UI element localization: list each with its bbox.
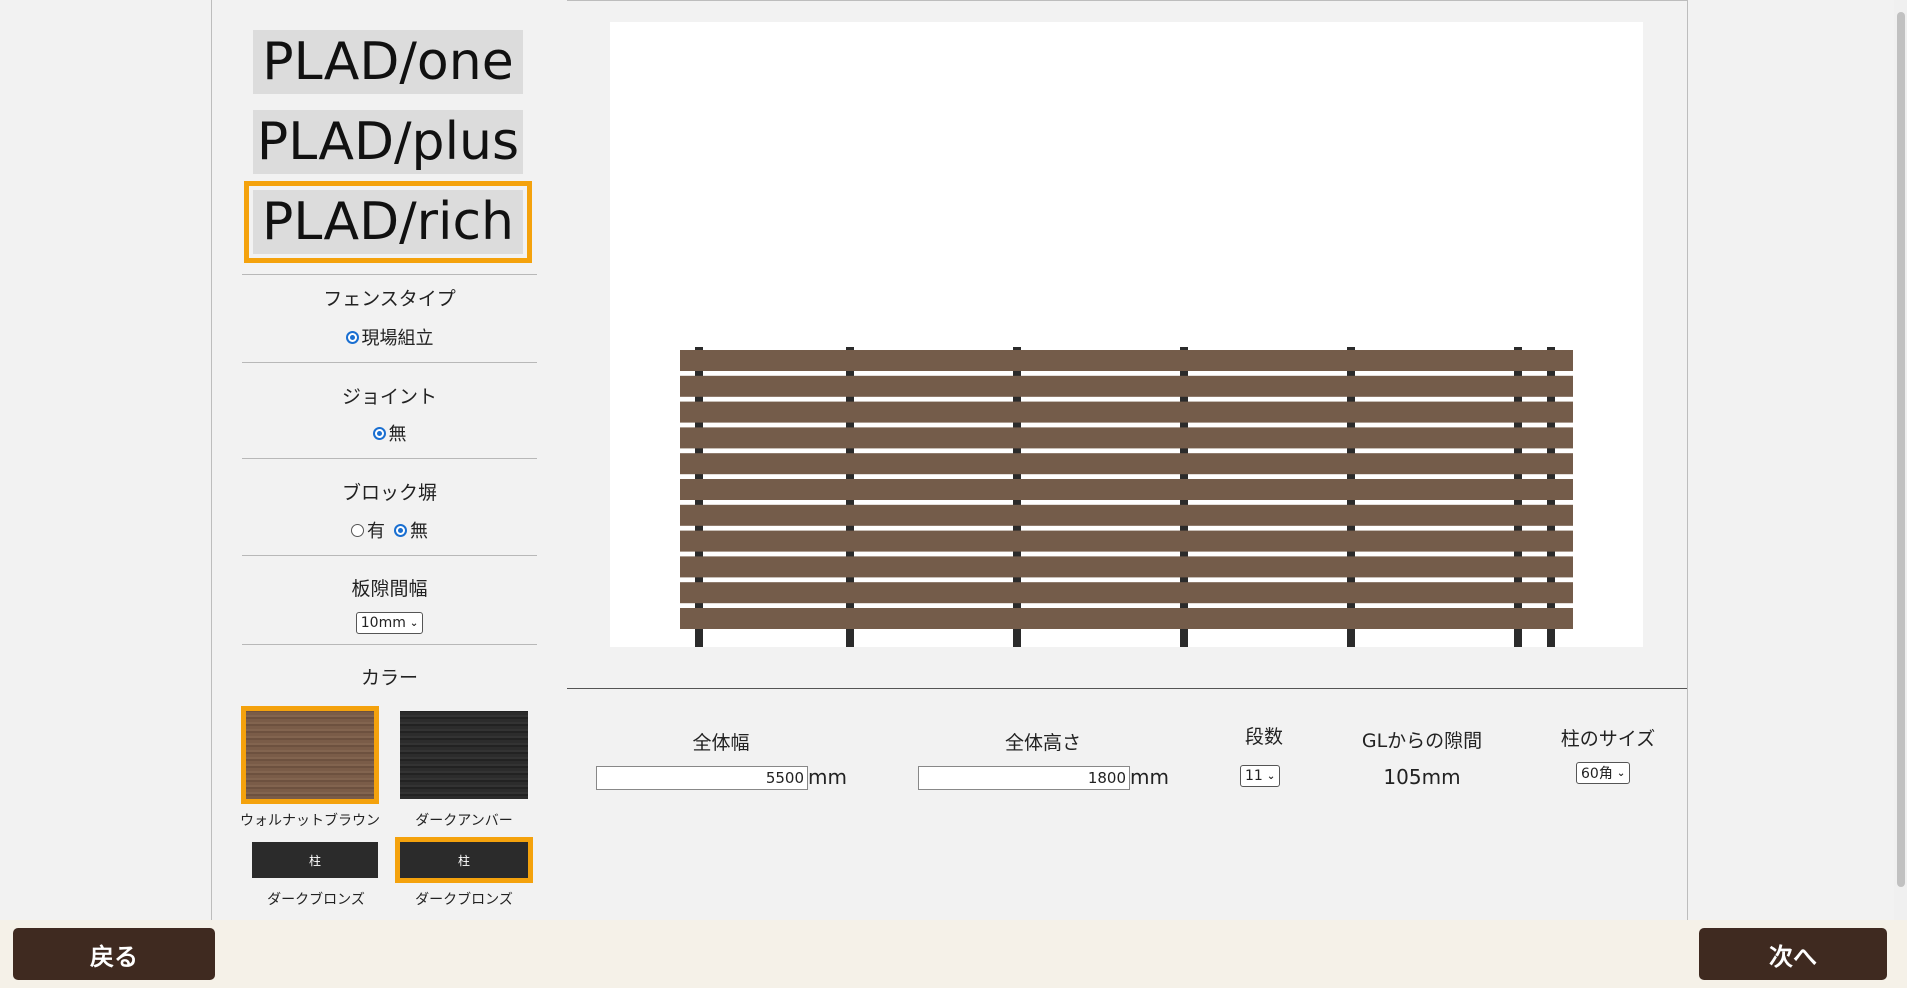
block-wall-title: ブロック塀 [341,482,437,504]
fence-board [680,582,1573,604]
product-plad-rich-button[interactable]: PLAD/rich [244,181,532,263]
config-sidebar: PLAD/one PLAD/plus PLAD/rich フェンスタイプ 現場組… [211,0,568,920]
board-gap-value: 10mm [360,615,406,631]
total-width-label: 全体幅 [692,732,750,754]
block-wall-yes-label: 有 [367,521,385,542]
total-height-label: 全体高さ [1004,732,1081,754]
post-size-select[interactable]: 60角 ⌄ [1576,762,1631,784]
scrollbar[interactable] [1894,0,1907,920]
fence-board [680,375,1573,397]
fence-board [680,453,1573,475]
joint-option-label: 無 [388,424,407,445]
fence-type-option-label: 現場組立 [361,328,434,349]
post-color-swatch-dark-bronze[interactable]: 柱 [252,842,378,878]
post-size-select-wrapper: 60角 ⌄ [1576,762,1631,784]
fence-drawing [680,347,1573,647]
total-width-unit: mm [808,765,847,789]
post-color-swatch-dark-bronze-selected[interactable]: 柱 [395,837,533,883]
post-size-value: 60角 [1581,766,1613,782]
chevron-down-icon: ⌄ [1266,770,1276,782]
joint-options: 無 [212,420,567,446]
divider [242,458,537,459]
total-height-input[interactable]: 1800 [918,766,1130,790]
board-gap-select[interactable]: 10mm ⌄ [355,612,424,634]
fence-board [680,401,1573,423]
chevron-down-icon: ⌄ [1616,767,1626,779]
board-gap-row: 10mm ⌄ [212,612,567,634]
post-size-label: 柱のサイズ [1560,728,1656,750]
divider [242,362,537,363]
fence-type-title: フェンスタイプ [323,288,456,310]
post-color-label: ダークブロンズ [267,892,365,908]
divider [242,274,537,275]
fence-board [680,556,1573,578]
fence-preview [610,22,1643,647]
joint-radio-no[interactable] [372,426,386,440]
footer-bar [0,920,1907,988]
divider [242,644,537,645]
block-wall-radio-yes[interactable] [351,523,364,537]
color-swatch-walnut-brown[interactable] [241,706,379,804]
color-title: カラー [360,667,418,689]
chevron-down-icon: ⌄ [409,617,419,629]
total-width-input[interactable]: 5500 [596,766,808,790]
product-plad-one-button[interactable]: PLAD/one [253,30,523,94]
total-height-unit: mm [1130,765,1169,789]
fence-board [680,350,1573,371]
fence-board [680,608,1573,629]
color-swatch-dark-amber[interactable] [400,711,528,799]
joint-title: ジョイント [341,386,437,408]
color-swatch-label: ダークアンバー [415,813,513,829]
fence-board [680,530,1573,552]
product-plad-plus-button[interactable]: PLAD/plus [253,110,523,174]
block-wall-options: 有 無 [212,517,567,543]
block-wall-no-label: 無 [410,521,428,542]
divider [567,688,1687,689]
gl-gap-label: GLからの隙間 [1361,730,1483,752]
fence-board [680,479,1573,500]
rows-value: 11 [1245,768,1263,784]
post-color-label: ダークブロンズ [415,892,513,908]
fence-board [680,427,1573,449]
block-wall-radio-no[interactable] [394,523,407,537]
rows-label: 段数 [1244,726,1283,748]
board-gap-title: 板隙間幅 [351,578,428,600]
divider [242,555,537,556]
fence-board [680,504,1573,526]
rows-select[interactable]: 11 ⌄ [1240,765,1281,787]
fence-type-radio[interactable] [345,330,359,344]
next-button[interactable]: 次へ [1699,928,1887,980]
fence-type-options: 現場組立 [212,324,567,350]
gl-gap-value: 105mm [1383,765,1461,789]
scrollbar-thumb[interactable] [1897,12,1905,887]
color-swatch-label: ウォルナットブラウン [240,813,380,829]
rows-select-wrapper: 11 ⌄ [1240,765,1281,787]
back-button[interactable]: 戻る [13,928,215,980]
